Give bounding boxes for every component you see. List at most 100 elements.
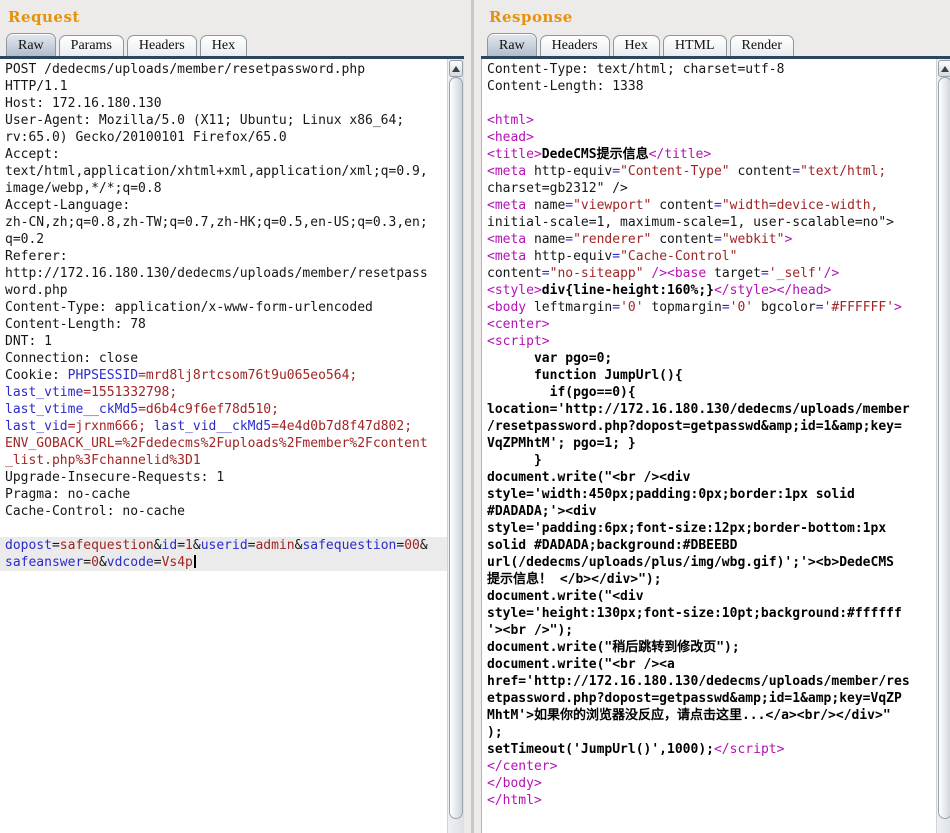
code-segment (146, 419, 154, 434)
code-segment: Content-Type: application/x-www-form-url… (5, 300, 373, 315)
code-line: last_vid=jrxnm666; last_vid__ckMd5=4e4d0… (5, 418, 447, 435)
code-line: word.php (5, 282, 447, 299)
code-line: style='height:130px;font-size:10pt;backg… (487, 605, 936, 622)
code-segment: etpassword.php?dopost=getpasswd&amp;id=1… (487, 691, 902, 706)
code-line: DNT: 1 (5, 333, 447, 350)
code-segment: <body (487, 300, 526, 315)
code-segment: <html> (487, 113, 534, 128)
code-segment: <title> (487, 147, 542, 162)
code-line: solid #DADADA;background:#DBEEBD (487, 537, 936, 554)
code-segment: HTTP/1.1 (5, 79, 68, 94)
code-segment: "renderer" (573, 232, 651, 247)
request-panel-title: Request (0, 0, 464, 31)
code-line: Content-Length: 1338 (487, 78, 936, 95)
scrollbar-thumb[interactable] (938, 77, 950, 819)
code-line: <title>DedeCMS提示信息</title> (487, 146, 936, 163)
code-segment: bgcolor (753, 300, 816, 315)
response-scrollbar[interactable] (936, 59, 950, 833)
code-segment: Cache-Control: no-cache (5, 504, 185, 519)
tab-headers[interactable]: Headers (127, 35, 197, 56)
code-line: </html> (487, 792, 936, 809)
code-line: initial-scale=1, maximum-scale=1, user-s… (487, 214, 936, 231)
code-segment: rv:65.0) Gecko/20100101 Firefox/65.0 (5, 130, 287, 145)
code-segment: userid (201, 538, 248, 553)
code-segment: 0 (91, 555, 99, 570)
code-segment: = (714, 232, 722, 247)
scroll-up-button[interactable] (938, 60, 950, 77)
code-segment: Referer: (5, 249, 68, 264)
code-segment: & (99, 555, 107, 570)
code-segment: = (565, 232, 573, 247)
panel-splitter[interactable] (464, 0, 481, 833)
code-line: MhtM'>如果你的浏览器没反应，请点击这里...</a><br/></div>… (487, 707, 936, 724)
code-segment: </script> (714, 742, 784, 757)
code-segment: VqZPMhtM'; pgo=1; } (487, 436, 636, 451)
code-segment: document.write("<br /><div (487, 470, 691, 485)
code-segment: =1551332798; (83, 385, 177, 400)
code-segment: topmargin (644, 300, 722, 315)
code-segment: </title> (649, 147, 712, 162)
code-segment: "width=device-width, (722, 198, 879, 213)
code-segment: =d6b4c9f6ef78d510; (138, 402, 279, 417)
code-segment: http://172.16.180.130/dedecms/uploads/me… (5, 266, 428, 281)
code-segment: content (487, 266, 542, 281)
tab-hex[interactable]: Hex (200, 35, 247, 56)
tab-html[interactable]: HTML (663, 35, 727, 56)
code-segment: dopost (5, 538, 52, 553)
code-segment: </body> (487, 776, 542, 791)
code-segment: User-Agent: Mozilla/5.0 (X11; Ubuntu; Li… (5, 113, 404, 128)
code-line: zh-CN,zh;q=0.8,zh-TW;q=0.7,zh-HK;q=0.5,e… (5, 214, 447, 231)
scrollbar-thumb[interactable] (449, 77, 463, 819)
code-segment: image/webp,*/*;q=0.8 (5, 181, 162, 196)
code-segment: div{line-height:160%;} (542, 283, 714, 298)
code-line: Pragma: no-cache (5, 486, 447, 503)
code-segment: id (162, 538, 178, 553)
tab-render[interactable]: Render (730, 35, 794, 56)
code-line: ENV_GOBACK_URL=%2Fdedecms%2Fuploads%2Fme… (5, 435, 447, 452)
code-segment: document.write("稍后跳转到修改页"); (487, 640, 740, 655)
code-segment: MhtM'>如果你的浏览器没反应，请点击这里...</a><br/></div>… (487, 708, 891, 723)
code-segment: ); (487, 725, 503, 740)
code-segment: function JumpUrl(){ (487, 368, 683, 383)
code-line: <html> (487, 112, 936, 129)
code-segment: 00 (404, 538, 420, 553)
code-segment: '#FFFFFF' (824, 300, 894, 315)
code-line: q=0.2 (5, 231, 447, 248)
code-line: '><br />"); (487, 622, 936, 639)
code-line: document.write("<br /><a (487, 656, 936, 673)
code-segment: href='http://172.16.180.130/dedecms/uplo… (487, 674, 910, 689)
code-segment: var pgo=0; (487, 351, 612, 366)
code-segment: "text/html; (800, 164, 886, 179)
code-line: HTTP/1.1 (5, 78, 447, 95)
tab-params[interactable]: Params (59, 35, 124, 56)
tab-raw[interactable]: Raw (487, 33, 537, 56)
code-line: #DADADA;'><div (487, 503, 936, 520)
code-segment: document.write("<br /><a (487, 657, 675, 672)
code-segment: Cookie: (5, 368, 68, 383)
code-segment: =4e4d0b7d8f47d802; (271, 419, 412, 434)
code-segment: zh-CN,zh;q=0.8,zh-TW;q=0.7,zh-HK;q=0.5,e… (5, 215, 428, 230)
code-line: ); (487, 724, 936, 741)
request-editor[interactable]: POST /dedecms/uploads/member/resetpasswo… (0, 59, 447, 833)
code-segment: leftmargin (526, 300, 612, 315)
request-content: POST /dedecms/uploads/member/resetpasswo… (0, 56, 464, 833)
code-segment: </html> (487, 793, 542, 808)
code-line: last_vtime=1551332798; (5, 384, 447, 401)
code-segment: = (612, 300, 620, 315)
code-segment: text/html,application/xhtml+xml,applicat… (5, 164, 428, 179)
code-line: <meta http-equiv="Content-Type" content=… (487, 163, 936, 180)
code-line: <style>div{line-height:160%;}</style></h… (487, 282, 936, 299)
tab-headers[interactable]: Headers (540, 35, 610, 56)
scroll-up-button[interactable] (449, 60, 463, 77)
tab-raw[interactable]: Raw (6, 33, 56, 56)
code-segment: solid #DADADA;background:#DBEEBD (487, 538, 737, 553)
code-line: style='width:450px;padding:0px;border:1p… (487, 486, 936, 503)
arrow-up-icon (941, 66, 949, 72)
code-line: http://172.16.180.130/dedecms/uploads/me… (5, 265, 447, 282)
request-scrollbar[interactable] (447, 59, 464, 833)
code-segment: setTimeout('JumpUrl()',1000); (487, 742, 714, 757)
code-segment: 1 (185, 538, 193, 553)
code-segment: <head> (487, 130, 534, 145)
response-viewer[interactable]: Content-Type: text/html; charset=utf-8Co… (481, 59, 936, 833)
tab-hex[interactable]: Hex (613, 35, 660, 56)
